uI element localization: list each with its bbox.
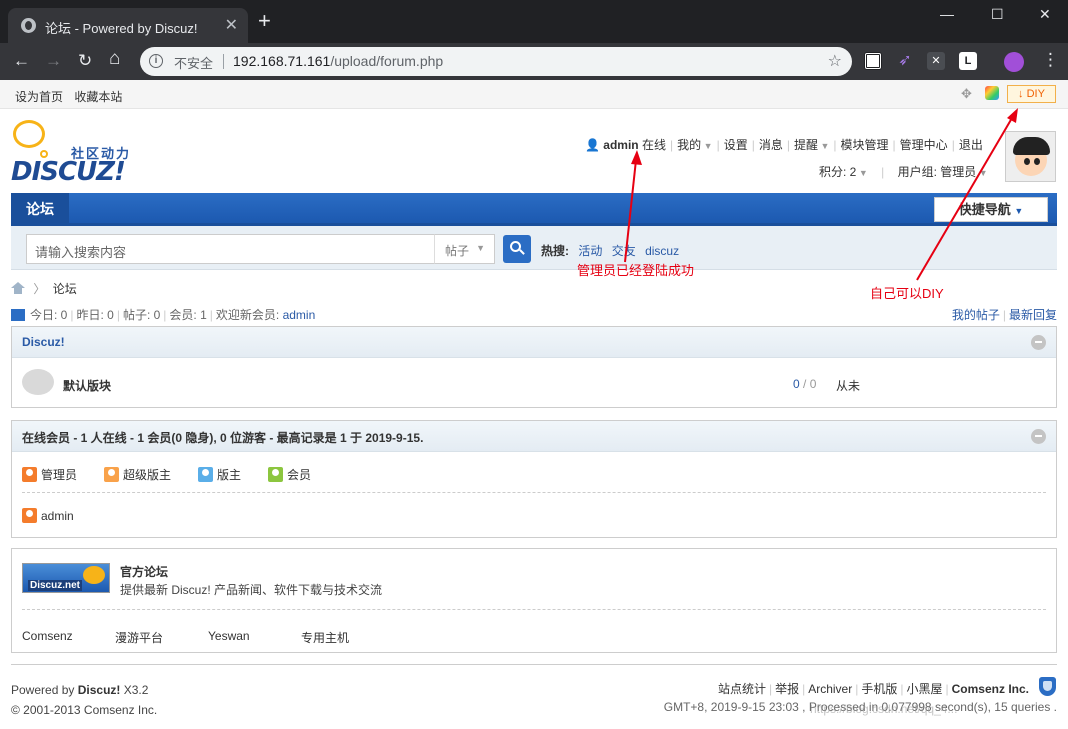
powered-by: Powered by (11, 683, 75, 697)
my-links: 我的帖子 | 最新回复 (951, 308, 1057, 322)
count-separator: / (803, 377, 807, 391)
friend-links-box: Discuz.net 官方论坛 提供最新 Discuz! 产品新闻、软件下载与技… (11, 548, 1057, 653)
annotation-admin-login: 管理员已经登陆成功 (577, 263, 695, 278)
online-username[interactable]: admin (41, 509, 74, 523)
forum-posts: 0 (809, 377, 817, 391)
legend-mod: 版主 (198, 466, 241, 483)
watermark: https://blog.csdn.net/qq_4... (810, 702, 958, 716)
legend-label: 超级版主 (123, 468, 172, 482)
partner-link[interactable]: Comsenz (22, 629, 73, 643)
legend-super-mod: 超级版主 (104, 466, 171, 483)
copyright: © 2001-2013 Comsenz Inc. (11, 703, 158, 717)
legend-member: 会员 (268, 466, 311, 483)
product-link[interactable]: Discuz! (78, 683, 121, 697)
mod-group-icon (198, 467, 213, 482)
footer-link[interactable]: Archiver (808, 682, 852, 696)
welcome-label: 欢迎新会员: (215, 308, 280, 322)
forum-name-link[interactable]: 默认版块 (63, 377, 111, 394)
forum-last-post: 从未 (836, 379, 861, 393)
bar-chart-icon (11, 309, 25, 321)
annotation-diy: 自己可以DIY (870, 286, 944, 301)
breadcrumb-current[interactable]: 论坛 (53, 282, 77, 296)
online-members-box: 在线会员 - 1 人在线 - 1 会员(0 隐身), 0 位游客 - 最高记录是… (11, 420, 1057, 538)
forum-threads: 0 (793, 377, 800, 391)
category-box: Discuz! 默认版块 0 / 0 从未 (11, 326, 1057, 408)
legend-label: 版主 (217, 468, 242, 482)
partner-link[interactable]: 专用主机 (301, 629, 349, 646)
forum-stats: 今日: 0 | 昨日: 0 | 帖子: 0 | 会员: 1 | 欢迎新会员: admin (11, 306, 315, 323)
stat-members: 会员: 1 (169, 308, 207, 322)
divider (22, 492, 1046, 493)
stat-posts: 帖子: 0 (122, 308, 161, 322)
annotation-arrow-diy (916, 117, 1013, 281)
annotation-arrow-admin (624, 159, 637, 263)
discuz-net-logo-text: Discuz.net (28, 580, 83, 591)
divider (22, 609, 1046, 610)
category-header: Discuz! (12, 327, 1056, 358)
version: X3.2 (123, 683, 149, 697)
legend-admin: 管理员 (22, 466, 77, 483)
collapse-icon[interactable] (1031, 429, 1046, 444)
stat-today: 今日: 0 (30, 308, 68, 322)
footer-link[interactable]: 手机版 (861, 682, 897, 696)
footer-divider (11, 664, 1057, 665)
footer-left: Powered by Discuz! X3.2 © 2001-2013 Coms… (11, 680, 157, 720)
super-mod-group-icon (104, 467, 119, 482)
footer-link[interactable]: 站点统计 (718, 682, 766, 696)
breadcrumb: 〉 论坛 (11, 280, 77, 297)
online-header: 在线会员 - 1 人在线 - 1 会员(0 隐身), 0 位游客 - 最高记录是… (12, 421, 1056, 452)
admin-group-icon (22, 467, 37, 482)
footer-link[interactable]: 举报 (775, 682, 799, 696)
collapse-icon[interactable] (1031, 335, 1046, 350)
official-forum-link[interactable]: 官方论坛 (120, 563, 168, 580)
newest-member-link[interactable]: admin (283, 308, 316, 322)
legend-label: 会员 (287, 468, 312, 482)
shield-icon[interactable] (1039, 677, 1056, 696)
my-posts-link[interactable]: 我的帖子 (952, 308, 1000, 322)
company-link[interactable]: Comsenz Inc. (952, 682, 1029, 696)
home-icon[interactable] (11, 282, 26, 294)
footer-links: 站点统计 | 举报 | Archiver | 手机版 | 小黑屋 | Comsenz Inc. (717, 682, 1029, 696)
online-title: 在线会员 - 1 人在线 - 1 会员(0 隐身), 0 位游客 - 最高记录是… (22, 431, 424, 445)
partner-link[interactable]: Yeswan (208, 629, 250, 643)
admin-group-icon (22, 508, 37, 523)
category-title[interactable]: Discuz! (22, 335, 65, 349)
partner-link[interactable]: 漫游平台 (115, 629, 163, 646)
forum-counts: 0 / 0 (793, 377, 816, 391)
online-user[interactable]: admin (22, 508, 74, 523)
legend-label: 管理员 (41, 468, 78, 482)
official-forum-desc: 提供最新 Discuz! 产品新闻、软件下载与技术交流 (120, 583, 383, 597)
stat-yesterday: 昨日: 0 (76, 308, 114, 322)
discuz-net-logo[interactable]: Discuz.net (22, 563, 110, 593)
member-group-icon (268, 467, 283, 482)
forum-bubble-icon (22, 369, 54, 395)
footer-link[interactable]: 小黑屋 (907, 682, 943, 696)
latest-replies-link[interactable]: 最新回复 (1009, 308, 1057, 322)
